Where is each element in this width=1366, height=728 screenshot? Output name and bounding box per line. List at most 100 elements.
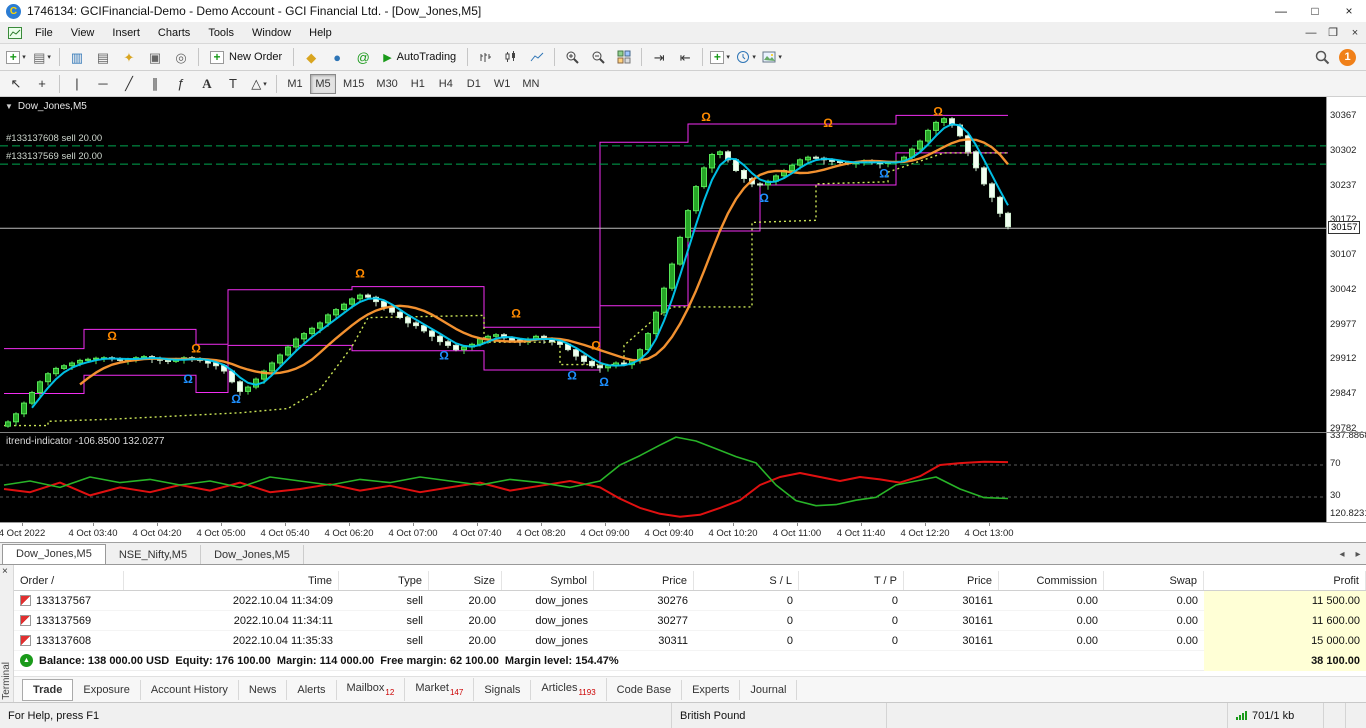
status-connection[interactable]: 701/1 kb: [1228, 703, 1324, 728]
bar-chart-button[interactable]: [473, 46, 497, 68]
column-time[interactable]: Time: [124, 571, 339, 590]
mdi-minimize-button[interactable]: —: [1300, 27, 1322, 39]
column-profit[interactable]: Profit: [1204, 571, 1366, 590]
tabs-scroll-right-button[interactable]: ▸: [1350, 549, 1366, 564]
tabs-scroll-left-button[interactable]: ◂: [1334, 549, 1350, 564]
market-watch-button[interactable]: ▥: [65, 46, 89, 68]
strategy-tester-button[interactable]: ◎: [169, 46, 193, 68]
terminal-tab-articles[interactable]: Articles1193: [531, 678, 606, 700]
price-axis[interactable]: 3036730302302373017230107300422997729912…: [1326, 97, 1366, 522]
chart-tab-0[interactable]: Dow_Jones,M5: [2, 544, 106, 565]
autotrading-button[interactable]: ▶ AutoTrading: [376, 46, 463, 68]
order-row[interactable]: 1331375672022.10.04 11:34:09sell20.00dow…: [14, 591, 1366, 611]
indicator-area[interactable]: itrend-indicator -106.8500 132.0277: [0, 432, 1326, 522]
indicators-button[interactable]: +▾: [708, 46, 732, 68]
column-commission[interactable]: Commission: [999, 571, 1104, 590]
fibonacci-button[interactable]: ƒ: [169, 73, 193, 95]
timeframe-d1[interactable]: D1: [461, 74, 487, 94]
chart-tab-1[interactable]: NSE_Nifty,M5: [106, 545, 201, 564]
terminal-tab-market[interactable]: Market147: [405, 678, 474, 700]
menu-window[interactable]: Window: [243, 24, 300, 42]
order-row[interactable]: 1331375692022.10.04 11:34:11sell20.00dow…: [14, 611, 1366, 631]
time-label: 4 Oct 03:40: [68, 528, 117, 539]
line-chart-button[interactable]: [525, 46, 549, 68]
timeframe-m1[interactable]: M1: [282, 74, 308, 94]
status-instrument[interactable]: British Pound: [672, 703, 887, 728]
terminal-tab-alerts[interactable]: Alerts: [287, 680, 336, 700]
terminal-tab-code-base[interactable]: Code Base: [607, 680, 682, 700]
timeframe-m5[interactable]: M5: [310, 74, 336, 94]
timeframe-h1[interactable]: H1: [405, 74, 431, 94]
column-tp[interactable]: T / P: [799, 571, 904, 590]
column-size[interactable]: Size: [429, 571, 502, 590]
balance-row[interactable]: ▲ Balance: 138 000.00 USD Equity: 176 10…: [14, 651, 1366, 671]
timeframe-w1[interactable]: W1: [489, 74, 516, 94]
candlestick-button[interactable]: [499, 46, 523, 68]
vertical-line-button[interactable]: |: [65, 73, 89, 95]
column-swap[interactable]: Swap: [1104, 571, 1204, 590]
chart-shift-button[interactable]: ⇤: [673, 46, 697, 68]
options-button[interactable]: ●: [325, 46, 349, 68]
channel-button[interactable]: ∥: [143, 73, 167, 95]
time-label: 4 Oct 09:00: [580, 528, 629, 539]
timeframe-m30[interactable]: M30: [371, 74, 402, 94]
column-price[interactable]: Price: [594, 571, 694, 590]
timeframe-mn[interactable]: MN: [517, 74, 544, 94]
auto-scroll-button[interactable]: ⇥: [647, 46, 671, 68]
order-row[interactable]: 1331376082022.10.04 11:35:33sell20.00dow…: [14, 631, 1366, 651]
templates-button[interactable]: ▾: [760, 46, 784, 68]
maximize-button[interactable]: □: [1298, 2, 1332, 20]
horizontal-line-button[interactable]: ─: [91, 73, 115, 95]
menu-charts[interactable]: Charts: [149, 24, 199, 42]
close-button[interactable]: ×: [1332, 2, 1366, 20]
minimize-button[interactable]: —: [1264, 2, 1298, 20]
menu-file[interactable]: File: [26, 24, 62, 42]
menu-tools[interactable]: Tools: [199, 24, 243, 42]
terminal-tab-mailbox[interactable]: Mailbox12: [337, 678, 406, 700]
shapes-button[interactable]: △▾: [247, 73, 271, 95]
zoom-out-button[interactable]: [586, 46, 610, 68]
tile-windows-button[interactable]: [612, 46, 636, 68]
terminal-tab-news[interactable]: News: [239, 680, 288, 700]
label-button[interactable]: T: [221, 73, 245, 95]
zoom-in-button[interactable]: [560, 46, 584, 68]
timeframe-m15[interactable]: M15: [338, 74, 369, 94]
menu-help[interactable]: Help: [300, 24, 341, 42]
column-sl[interactable]: S / L: [694, 571, 799, 590]
terminal-tab-exposure[interactable]: Exposure: [73, 680, 140, 700]
metaeditor-button[interactable]: ◆: [299, 46, 323, 68]
new-chart-button[interactable]: +▾: [4, 46, 28, 68]
mdi-close-button[interactable]: ×: [1344, 27, 1366, 39]
column-type[interactable]: Type: [339, 571, 429, 590]
periods-button[interactable]: ▾: [734, 46, 758, 68]
terminal-tab-experts[interactable]: Experts: [682, 680, 740, 700]
profiles-button[interactable]: ▤▾: [30, 46, 54, 68]
mdi-restore-button[interactable]: ❐: [1322, 26, 1344, 39]
community-button[interactable]: @: [351, 46, 375, 68]
data-window-button[interactable]: ▤: [91, 46, 115, 68]
one-click-trading-arrow[interactable]: ▼: [5, 102, 13, 111]
terminal-tab-trade[interactable]: Trade: [22, 679, 73, 701]
trendline-button[interactable]: ╱: [117, 73, 141, 95]
time-axis[interactable]: 4 Oct 20224 Oct 03:404 Oct 04:204 Oct 05…: [0, 522, 1366, 542]
cursor-button[interactable]: ↖: [4, 73, 28, 95]
notification-badge[interactable]: 1: [1339, 49, 1356, 66]
menu-view[interactable]: View: [62, 24, 104, 42]
column-symbol[interactable]: Symbol: [502, 571, 594, 590]
column-price2[interactable]: Price: [904, 571, 999, 590]
text-button[interactable]: A: [195, 73, 219, 95]
terminal-tab-journal[interactable]: Journal: [740, 680, 797, 700]
timeframe-h4[interactable]: H4: [433, 74, 459, 94]
terminal-close-button[interactable]: ×: [2, 566, 8, 577]
terminal-tab-account-history[interactable]: Account History: [141, 680, 239, 700]
navigator-button[interactable]: ✦: [117, 46, 141, 68]
chart-area[interactable]: ΩΩΩΩΩΩΩΩΩΩΩΩΩΩΩ ▼ Dow_Jones,M5 #13313760…: [0, 97, 1326, 432]
terminal-button[interactable]: ▣: [143, 46, 167, 68]
column-order[interactable]: Order /: [14, 571, 124, 590]
crosshair-button[interactable]: +: [30, 73, 54, 95]
chart-tab-2[interactable]: Dow_Jones,M5: [201, 545, 304, 564]
terminal-tab-signals[interactable]: Signals: [474, 680, 531, 700]
menu-insert[interactable]: Insert: [103, 24, 149, 42]
search-button[interactable]: [1310, 46, 1334, 68]
new-order-button[interactable]: + New Order: [203, 46, 289, 68]
